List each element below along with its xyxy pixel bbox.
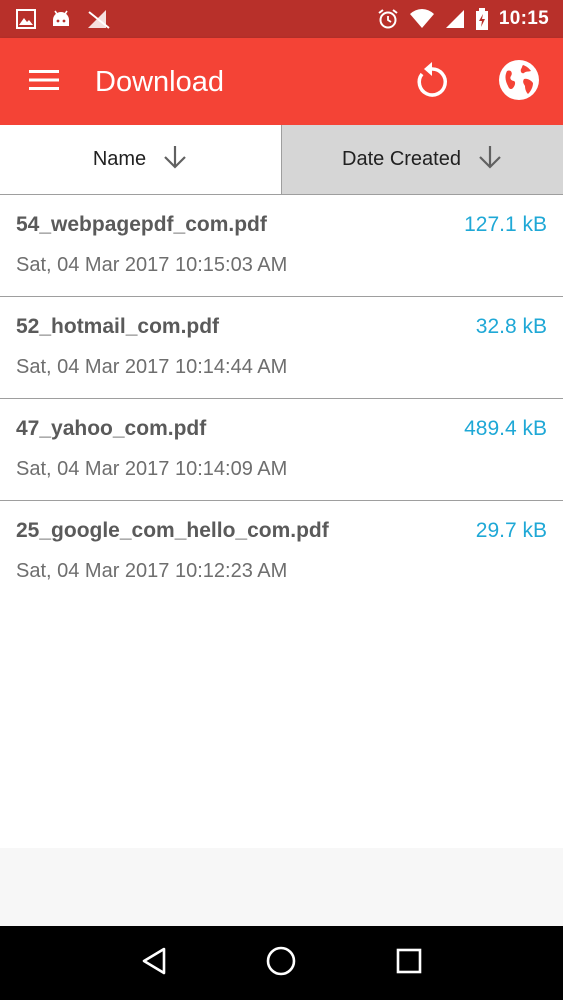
file-name: 54_webpagepdf_com.pdf [16, 213, 267, 236]
file-size: 489.4 kB [464, 417, 547, 440]
sort-by-date-tab[interactable]: Date Created [282, 125, 563, 194]
file-name: 52_hotmail_com.pdf [16, 315, 220, 338]
list-item[interactable]: 54_webpagepdf_com.pdf 127.1 kB Sat, 04 M… [0, 195, 563, 297]
file-date: Sat, 04 Mar 2017 10:15:03 AM [16, 254, 288, 276]
wifi-icon [409, 9, 435, 29]
file-date: Sat, 04 Mar 2017 10:14:44 AM [16, 356, 288, 378]
status-time: 10:15 [498, 8, 549, 29]
browser-button[interactable] [495, 58, 543, 106]
sort-name-label: Name [92, 148, 147, 170]
file-size: 127.1 kB [464, 213, 547, 236]
home-icon [265, 945, 297, 982]
page-title: Download [95, 66, 224, 98]
arrow-down-icon [162, 144, 188, 176]
sort-date-label: Date Created [342, 148, 461, 170]
sort-by-name-tab[interactable]: Name [0, 125, 282, 194]
menu-button[interactable] [22, 60, 66, 104]
alarm-icon [377, 8, 399, 30]
file-list: 54_webpagepdf_com.pdf 127.1 kB Sat, 04 M… [0, 195, 563, 603]
file-name: 25_google_com_hello_com.pdf [16, 519, 329, 542]
file-date: Sat, 04 Mar 2017 10:14:09 AM [16, 458, 288, 480]
list-item[interactable]: 25_google_com_hello_com.pdf 29.7 kB Sat,… [0, 501, 563, 603]
app-bar: Download [0, 38, 563, 125]
cell-signal-icon [445, 9, 465, 29]
status-right-icons: 10:15 [377, 8, 549, 30]
list-item[interactable]: 52_hotmail_com.pdf 32.8 kB Sat, 04 Mar 2… [0, 297, 563, 399]
back-icon [140, 946, 168, 981]
signal-off-icon [86, 8, 112, 30]
refresh-icon [414, 60, 450, 105]
android-icon [50, 8, 72, 30]
file-name: 47_yahoo_com.pdf [16, 417, 207, 440]
status-bar: 10:15 [0, 0, 563, 38]
menu-icon [29, 69, 59, 96]
home-button[interactable] [257, 939, 305, 987]
system-nav-bar [0, 926, 563, 1000]
bottom-strip [0, 848, 563, 926]
file-size: 32.8 kB [475, 315, 547, 338]
back-button[interactable] [130, 939, 178, 987]
sort-bar: Name Date Created [0, 125, 563, 195]
globe-icon [498, 59, 540, 106]
file-size: 29.7 kB [475, 519, 547, 542]
refresh-button[interactable] [408, 58, 456, 106]
arrow-down-icon [477, 144, 503, 176]
recents-icon [395, 947, 423, 980]
battery-charging-icon [475, 8, 489, 30]
recents-button[interactable] [385, 939, 433, 987]
image-icon [16, 9, 36, 29]
file-date: Sat, 04 Mar 2017 10:12:23 AM [16, 560, 288, 582]
list-item[interactable]: 47_yahoo_com.pdf 489.4 kB Sat, 04 Mar 20… [0, 399, 563, 501]
status-left-icons [16, 8, 112, 30]
